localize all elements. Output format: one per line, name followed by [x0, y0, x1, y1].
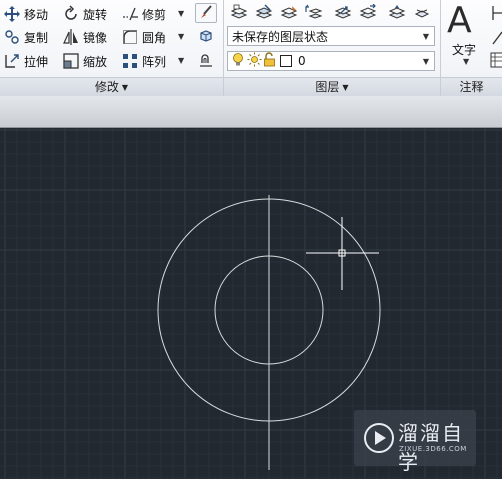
stretch-label: 拉伸 [24, 54, 49, 69]
copy-label: 复制 [24, 30, 49, 45]
table-icon[interactable] [490, 52, 502, 71]
layers-panel-expand-icon: ▼ [342, 83, 349, 92]
move-button[interactable]: 移动 [3, 4, 48, 24]
layer-change-icon [359, 3, 377, 23]
mirror-button[interactable]: 镜像 [62, 27, 107, 47]
trim-icon [121, 5, 139, 23]
chevron-down-icon: ▼ [422, 32, 429, 41]
move-icon [3, 5, 21, 23]
annotation-panel-title-text: 注释 [459, 80, 484, 94]
layer-match-button[interactable] [332, 3, 354, 23]
trim-label: 修剪 [142, 7, 167, 22]
layer-previous-icon [305, 4, 323, 23]
layer-color-swatch [280, 55, 292, 67]
layer-walk-icon [414, 4, 430, 23]
layer-isolate-button[interactable] [278, 3, 300, 23]
set-current-layer-button[interactable] [253, 3, 275, 23]
fillet-button[interactable]: 圆角 [121, 27, 166, 47]
layer-dropdown[interactable]: 0 ▼ [227, 51, 435, 71]
scale-button[interactable]: 缩放 [62, 51, 107, 71]
dimension-icon[interactable] [491, 4, 502, 25]
stretch-icon [3, 52, 21, 70]
array-label: 阵列 [142, 54, 167, 69]
modify-panel-title-text: 修改 [94, 80, 119, 94]
trim-button[interactable]: 修剪 [121, 4, 166, 24]
leader-icon[interactable] [491, 28, 502, 49]
copy-icon [3, 28, 21, 46]
sun-icon [247, 52, 263, 70]
array-button[interactable]: 阵列 [121, 51, 166, 71]
unlock-icon [263, 52, 280, 70]
modify-panel-title[interactable]: 修改 ▼ [0, 77, 223, 96]
rotate-button[interactable]: 旋转 [62, 4, 107, 24]
modify-panel-expand-icon: ▼ [121, 83, 129, 92]
copy-button[interactable]: 复制 [3, 27, 48, 47]
offset-icon [198, 52, 214, 71]
trim-dropdown-arrow[interactable]: ▼ [178, 9, 184, 18]
layers-panel-title-text: 图层 [315, 80, 340, 94]
play-logo-icon [362, 421, 396, 455]
layer-state-value: 未保存的图层状态 [232, 29, 329, 44]
layer-previous-button[interactable] [303, 3, 325, 23]
layer-on-button[interactable] [386, 3, 408, 23]
chevron-down-icon: ▼ [422, 57, 429, 66]
erase-button[interactable] [195, 3, 217, 23]
text-label: 文字 [452, 43, 477, 57]
mirror-label: 镜像 [83, 30, 108, 45]
layer-isolate-icon [280, 4, 298, 23]
layer-properties-button[interactable] [228, 3, 250, 23]
layers-panel-title[interactable]: 图层 ▼ [224, 77, 440, 96]
scale-label: 缩放 [83, 54, 108, 69]
fillet-icon [121, 28, 139, 46]
rotate-label: 旋转 [83, 7, 108, 22]
mirror-icon [62, 28, 80, 46]
annotation-panel-title[interactable]: 注释 [441, 77, 502, 96]
layer-on-icon [388, 4, 406, 23]
layer-properties-icon [230, 4, 248, 23]
offset-button[interactable] [195, 51, 217, 71]
text-button[interactable]: A 文字 ▼ [444, 0, 488, 76]
lightbulb-icon [231, 52, 247, 71]
toolbar-strip [0, 96, 502, 128]
explode-cube-icon [198, 28, 214, 47]
layers-stack-icon [255, 3, 273, 23]
move-label: 移动 [24, 7, 49, 22]
layer-walk-button[interactable] [411, 3, 433, 23]
layer-match-icon [334, 4, 352, 23]
stretch-button[interactable]: 拉伸 [3, 51, 48, 71]
fillet-label: 圆角 [142, 30, 167, 45]
layers-panel: 未保存的图层状态 ▼ 0 ▼ 图层 ▼ [224, 0, 441, 96]
modify-panel: 移动 旋转 修剪 ▼ 复制 镜像 圆角 ▼ 拉伸 缩放 阵列 ▼ 修改 ▼ [0, 0, 224, 96]
layer-state-dropdown[interactable]: 未保存的图层状态 ▼ [227, 26, 435, 46]
text-a-icon: A [447, 0, 472, 41]
array-icon [121, 52, 139, 70]
current-layer-name: 0 [298, 54, 306, 68]
watermark-url: ZIXUE.3D66.COM [399, 445, 467, 453]
ribbon: 移动 旋转 修剪 ▼ 复制 镜像 圆角 ▼ 拉伸 缩放 阵列 ▼ 修改 ▼ 未保… [0, 0, 502, 96]
rotate-icon [62, 5, 80, 23]
text-dropdown-arrow: ▼ [463, 57, 470, 66]
layer-change-button[interactable] [357, 3, 379, 23]
annotation-panel: A 文字 ▼ 注释 [441, 0, 502, 96]
explode-button[interactable] [195, 27, 217, 47]
fillet-dropdown-arrow[interactable]: ▼ [178, 32, 184, 41]
erase-brush-icon [198, 4, 214, 23]
array-dropdown-arrow[interactable]: ▼ [178, 56, 184, 65]
scale-icon [62, 52, 80, 70]
watermark: 溜溜自学 ZIXUE.3D66.COM [354, 410, 476, 474]
